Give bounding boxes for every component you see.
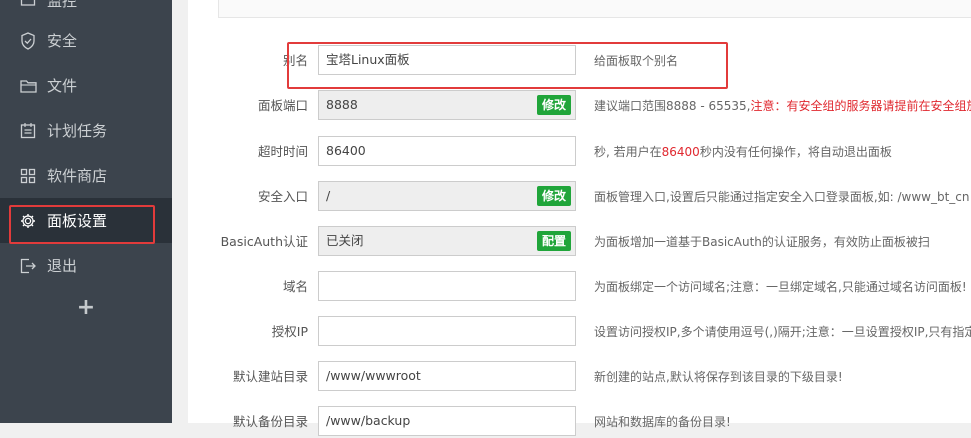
sidebar-item-label: 退出 xyxy=(47,255,77,276)
logout-icon xyxy=(19,257,37,275)
sidebar-item-files[interactable]: 文件 xyxy=(0,63,172,108)
row-port: 面板端口 8888 修改 建议端口范围8888 - 65535,注意：有安全组的… xyxy=(188,90,971,122)
timeout-desc-pre: 秒, 若用户在 xyxy=(594,145,662,159)
timeout-input[interactable]: 86400 xyxy=(318,136,576,166)
config-basicauth-button[interactable]: 配置 xyxy=(537,231,571,251)
grid-icon xyxy=(19,167,37,185)
row-timeout: 超时时间 86400 秒, 若用户在86400秒内没有任何操作，将自动退出面板 xyxy=(188,136,971,168)
port-desc-text: 建议端口范围8888 - 65535, xyxy=(594,99,751,113)
sidebar-item-security[interactable]: 安全 xyxy=(0,18,172,63)
sidebar-item-label: 监控 xyxy=(47,0,77,11)
panel-header xyxy=(218,0,971,18)
authip-label: 授权IP xyxy=(272,316,308,348)
port-input[interactable]: 8888 修改 xyxy=(318,90,576,120)
basicauth-input[interactable]: 已关闭 配置 xyxy=(318,226,576,256)
sidebar-item-logout[interactable]: 退出 xyxy=(0,243,172,288)
backup-dir-input[interactable]: /www/backup xyxy=(318,406,576,436)
site-dir-input[interactable]: /www/wwwroot xyxy=(318,361,576,391)
alias-highlight-box xyxy=(287,42,728,89)
sidebar-item-store[interactable]: 软件商店 xyxy=(0,153,172,198)
site-dir-desc: 新创建的站点,默认将保存到该目录的下级目录! xyxy=(594,361,843,393)
sidebar-item-label: 文件 xyxy=(47,75,77,96)
sidebar-item-label: 安全 xyxy=(47,30,77,51)
authip-input[interactable] xyxy=(318,316,576,346)
backup-dir-label: 默认备份目录 xyxy=(233,406,308,438)
port-desc: 建议端口范围8888 - 65535,注意：有安全组的服务器请提前在安全组放行 xyxy=(594,90,971,122)
calendar-icon xyxy=(19,122,37,140)
highlight-box xyxy=(9,205,155,244)
row-backup-dir: 默认备份目录 /www/backup 网站和数据库的备份目录! xyxy=(188,406,971,438)
entry-desc: 面板管理入口,设置后只能通过指定安全入口登录面板,如: /www_bt_cn xyxy=(594,181,970,213)
port-value: 8888 xyxy=(326,97,358,112)
sidebar-item-cron[interactable]: 计划任务 xyxy=(0,108,172,153)
timeout-desc-highlight: 86400 xyxy=(662,145,700,159)
timeout-label: 超时时间 xyxy=(258,136,308,168)
folder-icon xyxy=(19,77,37,95)
site-dir-label: 默认建站目录 xyxy=(233,361,308,393)
basicauth-label: BasicAuth认证 xyxy=(221,226,308,258)
monitor-icon xyxy=(19,0,37,10)
sidebar-item-label: 计划任务 xyxy=(47,120,107,141)
row-domain: 域名 为面板绑定一个访问域名;注意：一旦绑定域名,只能通过域名访问面板! xyxy=(188,271,971,303)
authip-desc: 设置访问授权IP,多个请使用逗号(,)隔开;注意：一旦设置授权IP,只有指定IP… xyxy=(594,316,971,348)
row-basicauth: BasicAuth认证 已关闭 配置 为面板增加一道基于BasicAuth的认证… xyxy=(188,226,971,258)
sidebar-item-label: 软件商店 xyxy=(47,165,107,186)
shield-icon xyxy=(19,32,37,50)
timeout-desc-post: 秒内没有任何操作，将自动退出面板 xyxy=(700,145,892,159)
edit-port-button[interactable]: 修改 xyxy=(537,95,571,115)
entry-label: 安全入口 xyxy=(258,181,308,213)
row-security-entry: 安全入口 / 修改 面板管理入口,设置后只能通过指定安全入口登录面板,如: /w… xyxy=(188,181,971,213)
timeout-desc: 秒, 若用户在86400秒内没有任何操作，将自动退出面板 xyxy=(594,136,892,168)
basicauth-desc: 为面板增加一道基于BasicAuth的认证服务，有效防止面板被扫 xyxy=(594,226,930,258)
domain-desc: 为面板绑定一个访问域名;注意：一旦绑定域名,只能通过域名访问面板! xyxy=(594,271,967,303)
row-site-dir: 默认建站目录 /www/wwwroot 新创建的站点,默认将保存到该目录的下级目… xyxy=(188,361,971,393)
port-desc-warning: 注意：有安全组的服务器请提前在安全组放行 xyxy=(751,99,971,113)
domain-label: 域名 xyxy=(283,271,308,303)
backup-dir-desc: 网站和数据库的备份目录! xyxy=(594,406,731,438)
add-button[interactable]: + xyxy=(0,287,172,327)
port-label: 面板端口 xyxy=(258,90,308,122)
row-auth-ip: 授权IP 设置访问授权IP,多个请使用逗号(,)隔开;注意：一旦设置授权IP,只… xyxy=(188,316,971,348)
basicauth-value: 已关闭 xyxy=(326,233,364,248)
entry-value: / xyxy=(326,188,330,203)
entry-input[interactable]: / 修改 xyxy=(318,181,576,211)
edit-entry-button[interactable]: 修改 xyxy=(537,186,571,206)
domain-input[interactable] xyxy=(318,271,576,301)
